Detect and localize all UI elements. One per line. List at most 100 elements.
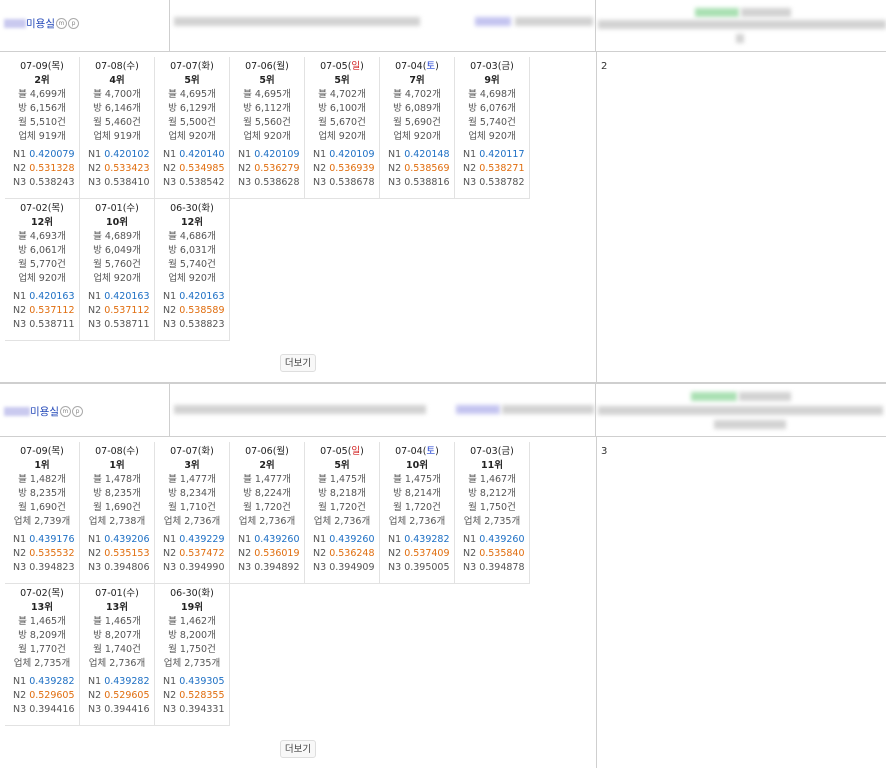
n1-score: N1 0.420079: [5, 148, 79, 162]
business-count: 업체 2,735개: [463, 516, 521, 527]
n3-score: N3 0.538628: [230, 176, 304, 190]
visit-count: 방 6,156개: [18, 103, 66, 114]
day-card: 07-09(목) 1위 블 1,482개 방 8,235개 월 1,690건 업체 2,7…: [5, 442, 80, 584]
rank-number: 3: [601, 446, 608, 457]
blog-count: 블 4,700개: [93, 89, 141, 100]
day-rank: 5위: [334, 460, 350, 471]
n2-value: 0.533423: [104, 163, 150, 174]
p-badge-icon[interactable]: p: [71, 406, 83, 417]
monthly-search: 월 5,740건: [168, 259, 216, 270]
p-badge-icon[interactable]: p: [67, 18, 79, 29]
visit-count: 방 6,100개: [318, 103, 366, 114]
shop-name[interactable]: 미용실: [30, 404, 59, 419]
n3-value: 0.394823: [29, 562, 75, 573]
n3-score: N3 0.538711: [80, 318, 154, 332]
n1-value: 0.420109: [329, 149, 375, 160]
weekday-text: 화: [201, 61, 211, 72]
n2-value: 0.535153: [104, 548, 150, 559]
day-card: 07-06(월) 5위 블 4,695개 방 6,112개 월 5,560건 업체 920…: [230, 57, 305, 199]
business-count: 업체 920개: [93, 273, 141, 284]
day-card: 07-08(수) 4위 블 4,700개 방 6,146개 월 5,460건 업체 919…: [80, 57, 155, 199]
n1-label: N1: [313, 534, 327, 545]
n3-score: N3 0.394990: [155, 561, 229, 575]
visit-count: 방 6,031개: [168, 245, 216, 256]
n3-label: N3: [88, 562, 102, 573]
monthly-search: 월 5,690건: [393, 117, 441, 128]
shop-link[interactable]: 미용실 mp: [4, 404, 83, 419]
n3-value: 0.538816: [404, 177, 450, 188]
n2-label: N2: [88, 163, 102, 174]
n2-label: N2: [163, 690, 177, 701]
n2-label: N2: [463, 548, 477, 559]
n1-value: 0.439282: [29, 676, 75, 687]
n3-value: 0.394892: [254, 562, 300, 573]
day-card: 07-03(금) 9위 블 4,698개 방 6,076개 월 5,740건 업체 920…: [455, 57, 530, 199]
n3-label: N3: [163, 562, 177, 573]
n3-label: N3: [388, 177, 402, 188]
day-card: 07-04(토) 7위 블 4,702개 방 6,089개 월 5,690건 업체 920…: [380, 57, 455, 199]
weekday-text: 금: [501, 61, 511, 72]
n3-label: N3: [163, 704, 177, 715]
n3-score: N3 0.394806: [80, 561, 154, 575]
date-text: 06-30(: [170, 588, 202, 599]
m-badge-icon[interactable]: m: [59, 406, 71, 417]
n3-value: 0.538711: [104, 319, 150, 330]
business-count: 업체 920개: [168, 273, 216, 284]
paren-text: ): [60, 588, 64, 599]
day-rank: 2위: [259, 460, 275, 471]
blog-count: 블 4,695개: [243, 89, 291, 100]
n3-value: 0.394331: [179, 704, 225, 715]
n1-value: 0.420102: [104, 149, 150, 160]
weekday-text: 일: [351, 446, 361, 457]
visit-count: 방 6,061개: [18, 245, 66, 256]
date-text: 07-04(: [395, 61, 427, 72]
rank-history-cell: 07-09(목) 1위 블 1,482개 방 8,235개 월 1,690건 업체 2,7…: [0, 437, 597, 768]
blog-count: 블 1,465개: [93, 616, 141, 627]
date-text: 07-02(: [20, 588, 52, 599]
weekday-text: 목: [51, 446, 61, 457]
n2-label: N2: [13, 548, 27, 559]
paren-text: ): [60, 446, 64, 457]
n2-score: N2 0.537112: [5, 304, 79, 318]
blog-count: 블 1,462개: [168, 616, 216, 627]
day-card: 07-07(화) 3위 블 1,477개 방 8,234개 월 1,710건 업체 2,7…: [155, 442, 230, 584]
shop-name[interactable]: 미용실: [26, 16, 55, 31]
business-count: 업체 920개: [243, 131, 291, 142]
n1-score: N1 0.439176: [5, 533, 79, 547]
n1-score: N1 0.420163: [80, 290, 154, 304]
day-rank: 7위: [409, 75, 425, 86]
more-button[interactable]: 더보기: [280, 354, 316, 372]
redacted-text: [4, 19, 26, 28]
day-date: 07-05(일): [305, 445, 379, 459]
date-text: 07-02(: [20, 203, 52, 214]
day-rank: 5위: [334, 75, 350, 86]
n3-label: N3: [13, 177, 27, 188]
n3-score: N3 0.394416: [5, 703, 79, 717]
day-rank: 10위: [106, 217, 128, 228]
business-count: 업체 920개: [393, 131, 441, 142]
date-text: 07-01(: [95, 588, 127, 599]
n1-value: 0.439305: [179, 676, 225, 687]
n2-value: 0.537472: [179, 548, 225, 559]
n2-score: N2 0.536248: [305, 547, 379, 561]
monthly-search: 월 5,500건: [168, 117, 216, 128]
n1-value: 0.439176: [29, 534, 75, 545]
day-rank: 19위: [181, 602, 203, 613]
row-body-2: 07-09(목) 1위 블 1,482개 방 8,235개 월 1,690건 업체 2,7…: [0, 437, 886, 768]
n2-score: N2 0.531328: [5, 162, 79, 176]
shop-link[interactable]: 미용실 mp: [4, 16, 79, 31]
n2-score: N2 0.535153: [80, 547, 154, 561]
n2-score: N2 0.534985: [155, 162, 229, 176]
row-header-1: 미용실 mp: [0, 0, 886, 52]
day-rank: 12위: [31, 217, 53, 228]
n2-value: 0.538589: [179, 305, 225, 316]
n3-label: N3: [238, 562, 252, 573]
more-button[interactable]: 더보기: [280, 740, 316, 758]
n3-label: N3: [163, 177, 177, 188]
n1-value: 0.420140: [179, 149, 225, 160]
day-date: 07-04(토): [380, 60, 454, 74]
day-date: 07-08(수): [80, 445, 154, 459]
monthly-search: 월 1,740건: [93, 644, 141, 655]
n3-value: 0.394806: [104, 562, 150, 573]
m-badge-icon[interactable]: m: [55, 18, 67, 29]
